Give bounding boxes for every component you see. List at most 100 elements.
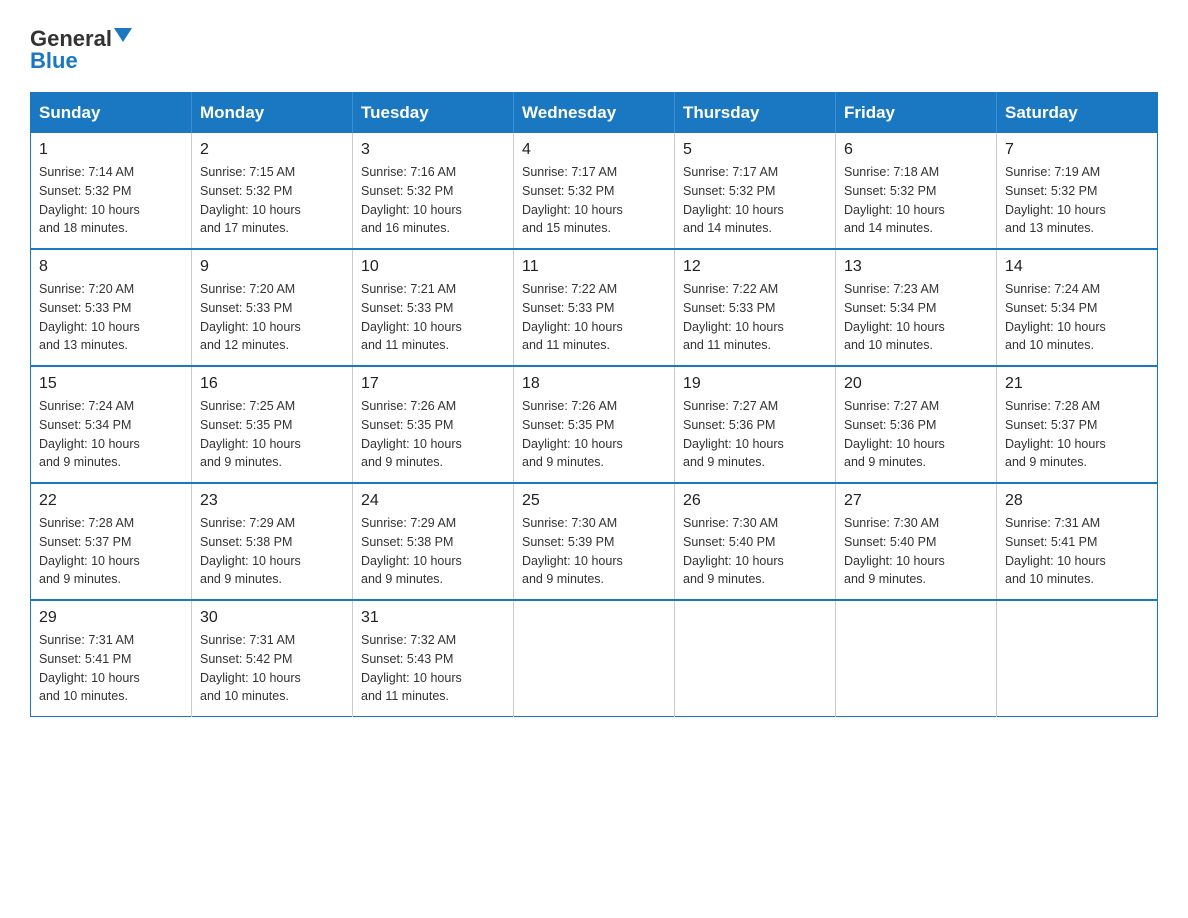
calendar-cell: 1 Sunrise: 7:14 AM Sunset: 5:32 PM Dayli… (31, 133, 192, 249)
day-info: Sunrise: 7:27 AM Sunset: 5:36 PM Dayligh… (683, 397, 827, 472)
calendar-cell: 24 Sunrise: 7:29 AM Sunset: 5:38 PM Dayl… (353, 483, 514, 600)
day-info: Sunrise: 7:31 AM Sunset: 5:41 PM Dayligh… (1005, 514, 1149, 589)
calendar-cell: 15 Sunrise: 7:24 AM Sunset: 5:34 PM Dayl… (31, 366, 192, 483)
day-info: Sunrise: 7:22 AM Sunset: 5:33 PM Dayligh… (522, 280, 666, 355)
day-info: Sunrise: 7:19 AM Sunset: 5:32 PM Dayligh… (1005, 163, 1149, 238)
day-number: 23 (200, 492, 344, 510)
calendar-week-row: 29 Sunrise: 7:31 AM Sunset: 5:41 PM Dayl… (31, 600, 1158, 717)
day-number: 13 (844, 258, 988, 276)
day-number: 26 (683, 492, 827, 510)
day-number: 5 (683, 141, 827, 159)
calendar-cell: 12 Sunrise: 7:22 AM Sunset: 5:33 PM Dayl… (675, 249, 836, 366)
day-number: 1 (39, 141, 183, 159)
calendar-cell: 2 Sunrise: 7:15 AM Sunset: 5:32 PM Dayli… (192, 133, 353, 249)
calendar-cell (675, 600, 836, 717)
logo-general: General (30, 28, 112, 50)
day-number: 20 (844, 375, 988, 393)
header-friday: Friday (836, 93, 997, 134)
calendar-cell: 22 Sunrise: 7:28 AM Sunset: 5:37 PM Dayl… (31, 483, 192, 600)
day-number: 27 (844, 492, 988, 510)
day-info: Sunrise: 7:28 AM Sunset: 5:37 PM Dayligh… (39, 514, 183, 589)
calendar-cell: 8 Sunrise: 7:20 AM Sunset: 5:33 PM Dayli… (31, 249, 192, 366)
calendar-cell: 25 Sunrise: 7:30 AM Sunset: 5:39 PM Dayl… (514, 483, 675, 600)
day-info: Sunrise: 7:31 AM Sunset: 5:42 PM Dayligh… (200, 631, 344, 706)
day-info: Sunrise: 7:18 AM Sunset: 5:32 PM Dayligh… (844, 163, 988, 238)
day-number: 14 (1005, 258, 1149, 276)
day-info: Sunrise: 7:20 AM Sunset: 5:33 PM Dayligh… (39, 280, 183, 355)
calendar-cell: 27 Sunrise: 7:30 AM Sunset: 5:40 PM Dayl… (836, 483, 997, 600)
day-info: Sunrise: 7:31 AM Sunset: 5:41 PM Dayligh… (39, 631, 183, 706)
day-number: 17 (361, 375, 505, 393)
calendar-cell: 3 Sunrise: 7:16 AM Sunset: 5:32 PM Dayli… (353, 133, 514, 249)
calendar-cell: 30 Sunrise: 7:31 AM Sunset: 5:42 PM Dayl… (192, 600, 353, 717)
calendar-cell: 19 Sunrise: 7:27 AM Sunset: 5:36 PM Dayl… (675, 366, 836, 483)
day-number: 10 (361, 258, 505, 276)
day-info: Sunrise: 7:27 AM Sunset: 5:36 PM Dayligh… (844, 397, 988, 472)
day-number: 3 (361, 141, 505, 159)
calendar-header-row: SundayMondayTuesdayWednesdayThursdayFrid… (31, 93, 1158, 134)
day-info: Sunrise: 7:25 AM Sunset: 5:35 PM Dayligh… (200, 397, 344, 472)
calendar-week-row: 15 Sunrise: 7:24 AM Sunset: 5:34 PM Dayl… (31, 366, 1158, 483)
calendar-cell: 4 Sunrise: 7:17 AM Sunset: 5:32 PM Dayli… (514, 133, 675, 249)
logo-blue: Blue (30, 48, 78, 74)
calendar-cell: 28 Sunrise: 7:31 AM Sunset: 5:41 PM Dayl… (997, 483, 1158, 600)
day-info: Sunrise: 7:17 AM Sunset: 5:32 PM Dayligh… (522, 163, 666, 238)
day-number: 31 (361, 609, 505, 627)
day-number: 2 (200, 141, 344, 159)
calendar-cell: 31 Sunrise: 7:32 AM Sunset: 5:43 PM Dayl… (353, 600, 514, 717)
day-info: Sunrise: 7:15 AM Sunset: 5:32 PM Dayligh… (200, 163, 344, 238)
calendar-cell: 23 Sunrise: 7:29 AM Sunset: 5:38 PM Dayl… (192, 483, 353, 600)
day-info: Sunrise: 7:26 AM Sunset: 5:35 PM Dayligh… (361, 397, 505, 472)
day-info: Sunrise: 7:23 AM Sunset: 5:34 PM Dayligh… (844, 280, 988, 355)
calendar-week-row: 22 Sunrise: 7:28 AM Sunset: 5:37 PM Dayl… (31, 483, 1158, 600)
calendar-cell (997, 600, 1158, 717)
day-number: 29 (39, 609, 183, 627)
calendar-cell: 10 Sunrise: 7:21 AM Sunset: 5:33 PM Dayl… (353, 249, 514, 366)
header-saturday: Saturday (997, 93, 1158, 134)
day-info: Sunrise: 7:24 AM Sunset: 5:34 PM Dayligh… (1005, 280, 1149, 355)
calendar-cell: 29 Sunrise: 7:31 AM Sunset: 5:41 PM Dayl… (31, 600, 192, 717)
header-tuesday: Tuesday (353, 93, 514, 134)
day-number: 25 (522, 492, 666, 510)
day-info: Sunrise: 7:32 AM Sunset: 5:43 PM Dayligh… (361, 631, 505, 706)
logo-triangle-icon (114, 28, 132, 42)
day-info: Sunrise: 7:14 AM Sunset: 5:32 PM Dayligh… (39, 163, 183, 238)
day-number: 24 (361, 492, 505, 510)
calendar-cell: 21 Sunrise: 7:28 AM Sunset: 5:37 PM Dayl… (997, 366, 1158, 483)
day-info: Sunrise: 7:30 AM Sunset: 5:39 PM Dayligh… (522, 514, 666, 589)
day-info: Sunrise: 7:26 AM Sunset: 5:35 PM Dayligh… (522, 397, 666, 472)
header-wednesday: Wednesday (514, 93, 675, 134)
calendar-cell: 5 Sunrise: 7:17 AM Sunset: 5:32 PM Dayli… (675, 133, 836, 249)
day-number: 4 (522, 141, 666, 159)
calendar-cell: 11 Sunrise: 7:22 AM Sunset: 5:33 PM Dayl… (514, 249, 675, 366)
day-number: 18 (522, 375, 666, 393)
day-number: 15 (39, 375, 183, 393)
logo: General Blue (30, 28, 132, 74)
calendar-cell: 13 Sunrise: 7:23 AM Sunset: 5:34 PM Dayl… (836, 249, 997, 366)
day-number: 9 (200, 258, 344, 276)
day-info: Sunrise: 7:24 AM Sunset: 5:34 PM Dayligh… (39, 397, 183, 472)
calendar-week-row: 8 Sunrise: 7:20 AM Sunset: 5:33 PM Dayli… (31, 249, 1158, 366)
day-number: 28 (1005, 492, 1149, 510)
day-number: 8 (39, 258, 183, 276)
day-number: 22 (39, 492, 183, 510)
day-number: 7 (1005, 141, 1149, 159)
day-info: Sunrise: 7:16 AM Sunset: 5:32 PM Dayligh… (361, 163, 505, 238)
day-info: Sunrise: 7:20 AM Sunset: 5:33 PM Dayligh… (200, 280, 344, 355)
day-info: Sunrise: 7:29 AM Sunset: 5:38 PM Dayligh… (361, 514, 505, 589)
calendar-cell: 26 Sunrise: 7:30 AM Sunset: 5:40 PM Dayl… (675, 483, 836, 600)
day-number: 30 (200, 609, 344, 627)
header-monday: Monday (192, 93, 353, 134)
calendar-cell: 6 Sunrise: 7:18 AM Sunset: 5:32 PM Dayli… (836, 133, 997, 249)
day-number: 21 (1005, 375, 1149, 393)
day-number: 19 (683, 375, 827, 393)
calendar-cell: 9 Sunrise: 7:20 AM Sunset: 5:33 PM Dayli… (192, 249, 353, 366)
calendar-cell: 14 Sunrise: 7:24 AM Sunset: 5:34 PM Dayl… (997, 249, 1158, 366)
day-number: 12 (683, 258, 827, 276)
day-info: Sunrise: 7:22 AM Sunset: 5:33 PM Dayligh… (683, 280, 827, 355)
day-number: 11 (522, 258, 666, 276)
calendar-cell: 20 Sunrise: 7:27 AM Sunset: 5:36 PM Dayl… (836, 366, 997, 483)
day-info: Sunrise: 7:28 AM Sunset: 5:37 PM Dayligh… (1005, 397, 1149, 472)
calendar-cell: 18 Sunrise: 7:26 AM Sunset: 5:35 PM Dayl… (514, 366, 675, 483)
calendar-cell (514, 600, 675, 717)
